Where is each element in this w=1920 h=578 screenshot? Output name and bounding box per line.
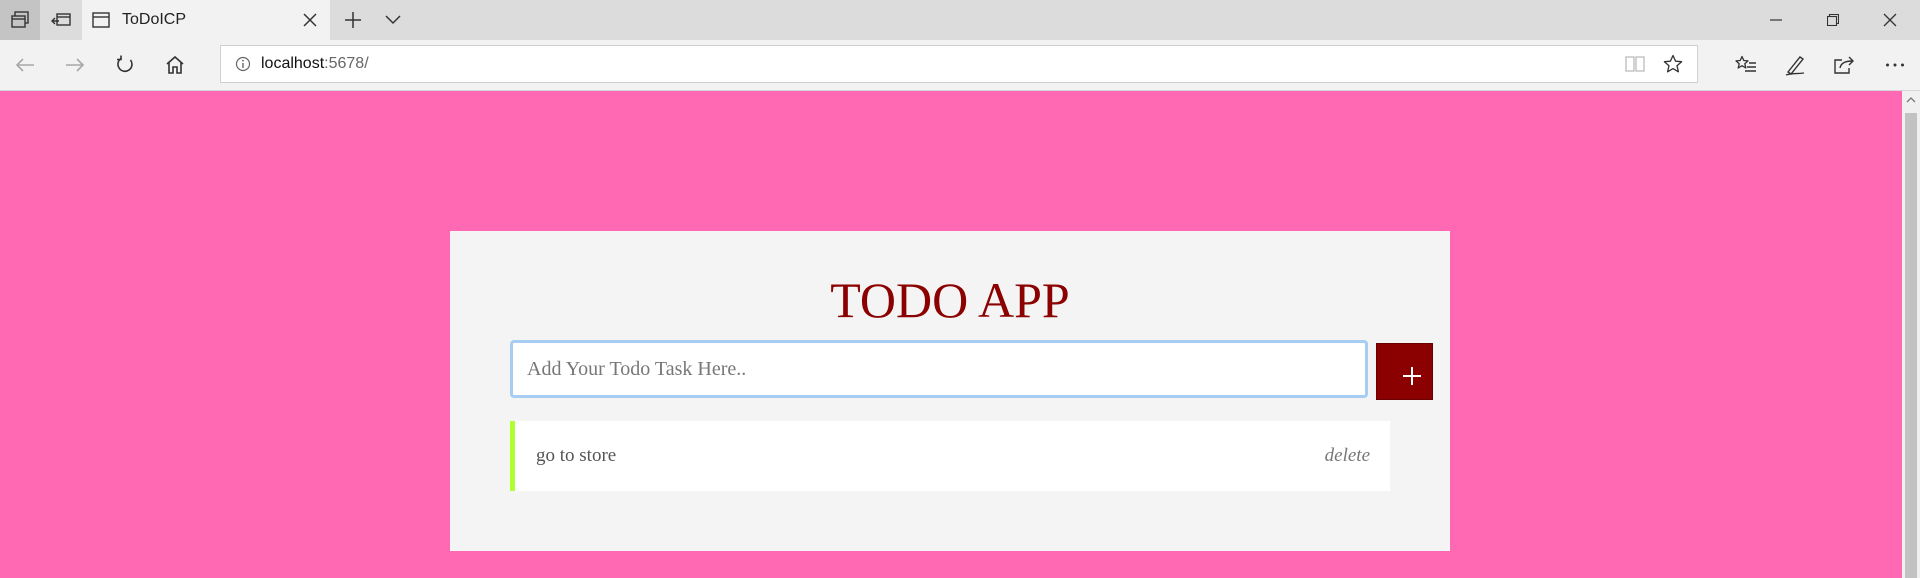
refresh-button[interactable] xyxy=(105,45,145,85)
share-button[interactable] xyxy=(1824,45,1864,85)
favorites-hub-icon xyxy=(1735,55,1756,72)
more-button[interactable] xyxy=(1875,45,1915,85)
add-todo-button[interactable] xyxy=(1376,343,1433,400)
reading-view-icon xyxy=(1625,56,1645,72)
tab-close-button[interactable] xyxy=(290,0,330,40)
chevron-up-icon xyxy=(1906,97,1916,103)
favorite-button[interactable] xyxy=(1663,54,1683,79)
tab-actions-button[interactable] xyxy=(0,0,40,40)
browser-tab-bar: ToDoICP xyxy=(0,0,1920,40)
close-icon xyxy=(1883,13,1897,27)
chevron-down-icon xyxy=(385,15,401,25)
address-url: localhost:5678/ xyxy=(261,55,369,73)
new-tab-button[interactable] xyxy=(333,0,373,40)
address-port-path: :5678/ xyxy=(324,55,369,72)
tab-title: ToDoICP xyxy=(122,11,187,28)
restore-button[interactable] xyxy=(1805,0,1861,40)
plus-icon xyxy=(345,12,361,28)
todo-delete-link[interactable]: delete xyxy=(1325,421,1370,491)
home-icon xyxy=(166,55,184,74)
star-icon xyxy=(1663,54,1683,73)
tab-list-button[interactable] xyxy=(373,0,413,40)
favorites-hub-button[interactable] xyxy=(1726,45,1766,85)
browser-tab[interactable]: ToDoICP xyxy=(82,0,330,40)
address-bar[interactable]: localhost:5678/ xyxy=(220,45,1698,83)
back-arrow-icon xyxy=(15,58,34,72)
plus-icon xyxy=(1402,366,1421,385)
more-icon xyxy=(1886,63,1904,67)
share-icon xyxy=(1834,56,1854,74)
pen-icon xyxy=(1785,56,1805,76)
todo-list-item: go to store delete xyxy=(510,421,1390,491)
forward-arrow-icon xyxy=(66,58,85,72)
address-host: localhost xyxy=(261,55,325,72)
todo-item-text: go to store xyxy=(536,445,617,466)
page-scrollbar[interactable] xyxy=(1902,91,1920,578)
refresh-icon xyxy=(117,55,133,73)
reading-view-button[interactable] xyxy=(1625,55,1645,78)
minimize-icon xyxy=(1770,19,1782,21)
window-close-button[interactable] xyxy=(1862,0,1918,40)
scroll-up-button[interactable] xyxy=(1902,91,1920,109)
tabs-aside-icon xyxy=(51,13,71,26)
home-button[interactable] xyxy=(155,45,195,85)
restore-icon xyxy=(1827,14,1839,26)
todo-card: TODO APP go to store delete xyxy=(450,231,1450,551)
page-title: TODO APP xyxy=(830,272,1070,328)
close-icon xyxy=(303,13,317,27)
browser-nav-bar: localhost:5678/ xyxy=(0,40,1920,91)
todo-task-input[interactable] xyxy=(510,340,1368,398)
scroll-thumb[interactable] xyxy=(1905,113,1917,578)
tabs-aside-button[interactable] xyxy=(41,0,81,40)
minimize-button[interactable] xyxy=(1748,0,1804,40)
tab-actions-icon xyxy=(11,11,29,28)
back-button[interactable] xyxy=(5,45,45,85)
pen-button[interactable] xyxy=(1775,45,1815,85)
info-icon xyxy=(235,56,251,72)
forward-button[interactable] xyxy=(55,45,95,85)
page-icon xyxy=(92,12,110,28)
